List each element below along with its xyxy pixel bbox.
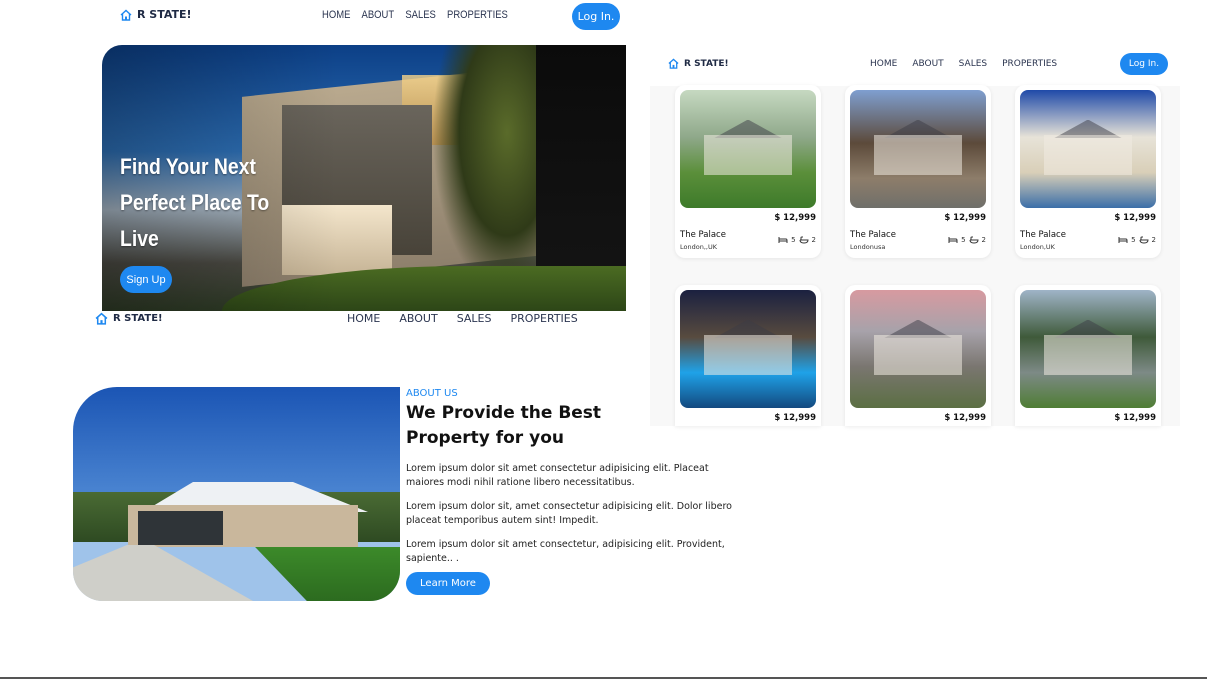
property-photo: [850, 90, 986, 208]
bath-count: 2: [1151, 236, 1156, 244]
main-nav: HOME ABOUT SALES PROPERTIES: [347, 312, 578, 325]
bed-icon: [1118, 236, 1128, 244]
property-amenities: 5 2: [1118, 236, 1156, 244]
property-price: $ 12,999: [944, 413, 986, 423]
property-amenities: 5 2: [778, 236, 816, 244]
property-price: $ 12,999: [1114, 213, 1156, 223]
brand-name: R STATE!: [113, 313, 163, 324]
property-photo: [680, 290, 816, 408]
nav-home[interactable]: HOME: [870, 59, 897, 69]
brand-name: R STATE!: [137, 8, 192, 21]
property-price: $ 12,999: [944, 213, 986, 223]
bed-count: 5: [1131, 236, 1136, 244]
property-photo: [680, 90, 816, 208]
nav-about[interactable]: ABOUT: [362, 9, 395, 21]
nav-sales[interactable]: SALES: [405, 9, 436, 21]
hero-banner: Find Your Next Perfect Place To Live Sig…: [102, 45, 626, 311]
nav-sales[interactable]: SALES: [457, 312, 492, 325]
nav-about[interactable]: ABOUT: [912, 59, 943, 69]
property-card[interactable]: $ 12,999 The Palace London,,UK 5 2: [675, 85, 821, 258]
login-button[interactable]: Log In.: [1120, 53, 1168, 75]
brand-logo[interactable]: R STATE!: [668, 58, 729, 69]
about-paragraph: Lorem ipsum dolor sit amet consectetur, …: [406, 539, 725, 564]
home-icon: [668, 58, 679, 69]
bed-count: 5: [791, 236, 796, 244]
property-name: The Palace: [680, 230, 726, 240]
nav-properties[interactable]: PROPERTIES: [1002, 59, 1057, 69]
property-photo: [1020, 90, 1156, 208]
nav-home[interactable]: HOME: [322, 9, 350, 21]
property-name: The Palace: [1020, 230, 1066, 240]
property-amenities: 5 2: [948, 236, 986, 244]
property-name: The Palace: [850, 230, 896, 240]
property-card[interactable]: $ 12,999: [1015, 285, 1161, 426]
about-label: ABOUT US: [406, 388, 458, 399]
about-paragraph: Lorem ipsum dolor sit, amet consectetur …: [406, 501, 732, 526]
property-card[interactable]: $ 12,999: [845, 285, 991, 426]
property-location: London,,UK: [680, 243, 717, 251]
property-card[interactable]: $ 12,999: [675, 285, 821, 426]
nav-about[interactable]: ABOUT: [399, 312, 437, 325]
property-price: $ 12,999: [1114, 413, 1156, 423]
signup-button[interactable]: Sign Up: [120, 266, 172, 293]
brand-logo[interactable]: R STATE!: [120, 8, 192, 21]
main-nav: HOME ABOUT SALES PROPERTIES: [870, 59, 1057, 69]
nav-properties[interactable]: PROPERTIES: [447, 9, 508, 21]
about-title: We Provide the Best Property for you: [406, 403, 602, 448]
about-image: [73, 387, 400, 601]
about-paragraph: Lorem ipsum dolor sit amet consectetur a…: [406, 463, 709, 488]
main-nav: HOME ABOUT SALES PROPERTIES: [322, 9, 508, 21]
bath-icon: [799, 236, 809, 244]
login-button[interactable]: Log In.: [572, 3, 620, 30]
bath-icon: [969, 236, 979, 244]
property-photo: [1020, 290, 1156, 408]
bath-count: 2: [981, 236, 986, 244]
home-icon: [95, 312, 108, 325]
property-price: $ 12,999: [774, 413, 816, 423]
property-location: London,UK: [1020, 243, 1055, 251]
home-icon: [120, 9, 132, 21]
nav-sales[interactable]: SALES: [959, 59, 987, 69]
brand-logo[interactable]: R STATE!: [95, 312, 163, 325]
brand-name: R STATE!: [684, 58, 729, 69]
bed-count: 5: [961, 236, 966, 244]
hero-title: Find Your Next Perfect Place To Live: [120, 154, 270, 251]
learn-more-button[interactable]: Learn More: [406, 572, 490, 595]
nav-home[interactable]: HOME: [347, 312, 380, 325]
nav-properties[interactable]: PROPERTIES: [510, 312, 577, 325]
property-location: Londonusa: [850, 243, 886, 251]
property-photo: [850, 290, 986, 408]
bed-icon: [778, 236, 788, 244]
property-card[interactable]: $ 12,999 The Palace London,UK 5 2: [1015, 85, 1161, 258]
property-price: $ 12,999: [774, 213, 816, 223]
bath-count: 2: [811, 236, 816, 244]
property-card[interactable]: $ 12,999 The Palace Londonusa 5 2: [845, 85, 991, 258]
bath-icon: [1139, 236, 1149, 244]
bed-icon: [948, 236, 958, 244]
